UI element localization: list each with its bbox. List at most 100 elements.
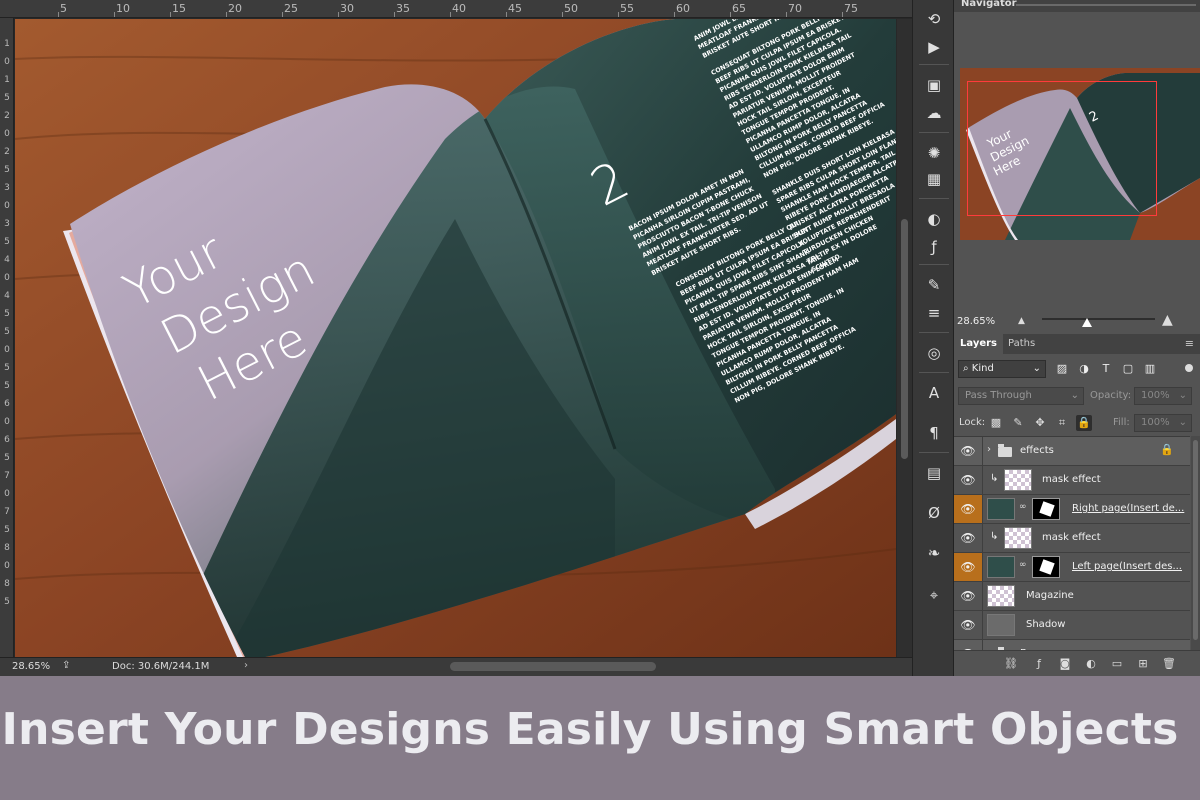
creative-cloud-icon[interactable]: ☁ [921, 100, 947, 126]
layer-visibility-toggle[interactable]: 👁 [954, 553, 983, 581]
zoom-in-icon[interactable]: ▲ [1162, 312, 1173, 328]
adjustments-icon[interactable]: ◐ [921, 206, 947, 232]
status-zoom[interactable]: 28.65% [12, 661, 50, 672]
lock-position-icon[interactable]: ✥ [1032, 415, 1048, 431]
document-canvas[interactable]: Your Design Here 2 BACON IPSUM DOLOR AME… [15, 19, 896, 657]
layer-mask-thumbnail[interactable] [1032, 498, 1060, 520]
layer-row[interactable]: 👁 ∞ Right page(Insert de... [954, 495, 1190, 524]
lock-pixels-icon[interactable]: ✎ [1010, 415, 1026, 431]
brush-tool-icon[interactable]: ✎ [921, 272, 947, 298]
layer-row[interactable]: 👁›Bg [954, 640, 1190, 650]
add-mask-icon[interactable]: ◙ [1056, 655, 1074, 673]
pixel-filter-icon[interactable]: ▨ [1054, 361, 1070, 377]
styles-fx-icon[interactable]: ƒ [921, 234, 947, 260]
link-icon[interactable]: ∞ [1019, 560, 1027, 570]
layer-visibility-toggle[interactable]: 👁 [954, 611, 983, 639]
horizontal-scroll-thumb[interactable] [450, 662, 656, 671]
new-group-icon[interactable]: ▭ [1108, 655, 1126, 673]
shape-filter-icon[interactable]: ▢ [1120, 361, 1136, 377]
kind-filter-dropdown[interactable]: ⌕ Kind ⌄ [958, 360, 1046, 378]
navigator-zoom[interactable]: 28.65% [957, 316, 995, 327]
layer-row[interactable]: 👁 ↳ mask effect [954, 466, 1190, 495]
vertical-scrollbar[interactable] [897, 19, 912, 657]
share-icon[interactable]: ⇪ [62, 660, 70, 671]
type-filter-icon[interactable]: T [1098, 361, 1114, 377]
zoom-slider-knob[interactable] [1082, 318, 1092, 327]
opacity-field[interactable]: 100% ⌄ [1134, 387, 1192, 405]
layer-row[interactable]: 👁 Shadow [954, 611, 1190, 640]
blend-mode-dropdown[interactable]: Pass Through ⌄ [958, 387, 1084, 405]
status-menu-arrow-icon[interactable]: › [244, 660, 248, 671]
expand-chevron-icon[interactable]: › [987, 444, 991, 455]
ruler-tick [450, 12, 451, 17]
clone-source-icon[interactable]: ◎ [921, 340, 947, 366]
feather-icon[interactable]: ❧ [921, 540, 947, 566]
tab-paths[interactable]: Paths [1002, 334, 1041, 354]
play-icon[interactable]: ▶ [921, 34, 947, 60]
swatches-grid-icon[interactable]: ▦ [921, 166, 947, 192]
layer-name[interactable]: Left page(Insert des... [1072, 561, 1182, 572]
paragraph-icon[interactable]: ¶ [921, 420, 947, 446]
adjustment-layer-icon[interactable]: ◐ [1082, 655, 1100, 673]
layers-scrollbar[interactable] [1191, 436, 1200, 650]
layer-visibility-toggle[interactable]: 👁 [954, 495, 983, 523]
lock-artboard-icon[interactable]: ⌗ [1054, 415, 1070, 431]
layer-thumbnail [987, 614, 1015, 636]
glyphs-icon[interactable]: ▤ [921, 460, 947, 486]
layer-mask-thumbnail[interactable] [1032, 556, 1060, 578]
layer-visibility-toggle[interactable]: 👁 [954, 640, 983, 650]
fill-field[interactable]: 100% ⌄ [1134, 414, 1192, 432]
navigator-view-frame[interactable] [967, 81, 1157, 216]
ruler-tick-label: 6 [4, 435, 10, 445]
magazine-mockup: Your Design Here 2 BACON IPSUM DOLOR AME… [15, 19, 896, 657]
layer-name[interactable]: mask effect [1042, 474, 1101, 485]
layer-name[interactable]: Shadow [1026, 619, 1065, 630]
layer-style-fx-icon[interactable]: ƒ [1030, 655, 1048, 673]
ruler-tick-label: 5 [4, 381, 10, 391]
vertical-ruler[interactable]: 1 0 1 5 2 0 2 5 3 0 3 5 4 0 4 5 5 0 5 5 6 0 6 5 7 0 7 5 8 0 8 5 [0, 18, 14, 658]
opentype-icon[interactable]: Ø [921, 500, 947, 526]
horizontal-ruler[interactable]: 5 10 15 20 25 30 35 40 45 50 55 60 65 70 75 [0, 0, 912, 18]
lock-all-icon[interactable]: 🔒 [1076, 415, 1092, 431]
smart-object-filter-icon[interactable]: ▥ [1142, 361, 1158, 377]
layer-row[interactable]: 👁 › 🔒 effects [954, 437, 1190, 466]
zoom-slider[interactable] [1042, 318, 1155, 320]
new-layer-icon[interactable]: ⊞ [1134, 655, 1152, 673]
layer-visibility-toggle[interactable]: 👁 [954, 437, 983, 465]
panel-menu-icon[interactable]: ≡ [1185, 337, 1194, 350]
libraries-icon[interactable]: ▣ [921, 72, 947, 98]
filter-toggle[interactable] [1185, 364, 1193, 372]
color-palette-icon[interactable]: ✺ [921, 140, 947, 166]
ruler-tick [58, 12, 59, 17]
camera-icon[interactable]: ⌖ [921, 582, 947, 608]
ruler-tick [730, 12, 731, 17]
tab-layers[interactable]: Layers [954, 334, 1003, 354]
link-layers-icon[interactable]: ⛓ [1002, 655, 1020, 673]
layer-name[interactable]: Magazine [1026, 590, 1074, 601]
history-icon[interactable]: ⟲ [921, 6, 947, 32]
properties-sliders-icon[interactable]: ≡ [921, 300, 947, 326]
layer-name[interactable]: effects [1020, 445, 1054, 456]
layer-visibility-toggle[interactable]: 👁 [954, 524, 983, 552]
layer-visibility-toggle[interactable]: 👁 [954, 582, 983, 610]
trash-icon[interactable]: 🗑 [1160, 655, 1178, 673]
character-icon[interactable]: A [921, 380, 947, 406]
ruler-tick-label: 5 [4, 237, 10, 247]
ruler-tick [114, 12, 115, 17]
link-icon[interactable]: ∞ [1019, 502, 1027, 512]
layer-name[interactable]: Right page(Insert de... [1072, 503, 1184, 514]
adjustment-filter-icon[interactable]: ◑ [1076, 361, 1092, 377]
layer-row[interactable]: 👁 ∞ Left page(Insert des... [954, 553, 1190, 582]
ruler-tick-label: 2 [4, 147, 10, 157]
navigator-title[interactable]: Navigator [961, 0, 1017, 9]
navigator-thumbnail[interactable]: Your Design Here 2 [960, 68, 1200, 240]
layer-row[interactable]: 👁 Magazine [954, 582, 1190, 611]
layer-name[interactable]: mask effect [1042, 532, 1101, 543]
layer-row[interactable]: 👁 ↳ mask effect [954, 524, 1190, 553]
vertical-scroll-thumb[interactable] [901, 219, 908, 459]
zoom-out-icon[interactable]: ▲ [1018, 316, 1025, 326]
layers-scroll-thumb[interactable] [1193, 440, 1198, 640]
layer-visibility-toggle[interactable]: 👁 [954, 466, 983, 494]
layer-thumbnail [987, 585, 1015, 607]
lock-transparency-icon[interactable]: ▩ [988, 415, 1004, 431]
